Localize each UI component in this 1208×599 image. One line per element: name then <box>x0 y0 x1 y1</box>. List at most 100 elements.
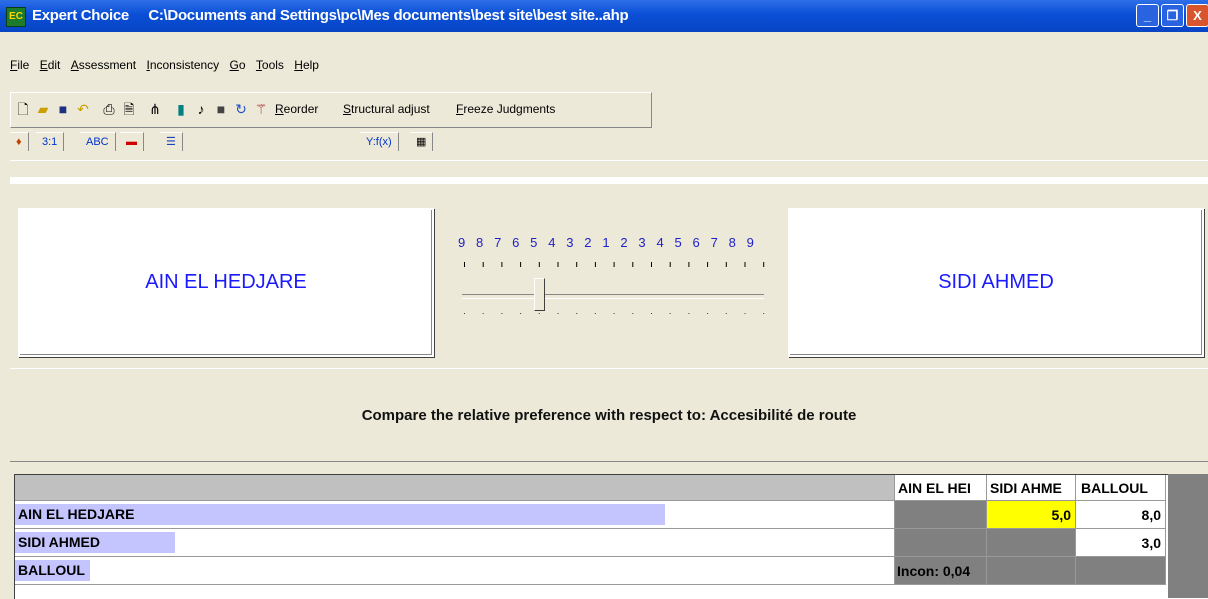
slider-tick <box>464 262 465 267</box>
menu-edit[interactable]: Edit <box>40 58 61 72</box>
music-note-icon[interactable]: ♪ <box>193 101 209 117</box>
right-element-label: SIDI AHMED <box>938 271 1054 293</box>
open-folder-icon[interactable]: ▰ <box>35 101 51 117</box>
slider-dot <box>763 313 765 314</box>
slider-tick <box>538 262 540 267</box>
right-element-box: SIDI AHMED <box>788 208 1204 357</box>
tab-verbal[interactable]: ABC <box>80 132 116 151</box>
slider-dots <box>464 313 765 314</box>
reorder-button[interactable]: Reorder <box>275 102 318 116</box>
calculator-icon[interactable]: ▮ <box>173 101 189 117</box>
slider-dot <box>576 313 578 314</box>
row-label: AIN EL HEDJARE <box>18 506 135 522</box>
table-row[interactable]: SIDI AHMED <box>15 529 895 557</box>
refresh-icon[interactable]: ↻ <box>233 101 249 117</box>
print-preview-icon[interactable]: 🗎 <box>121 101 137 117</box>
file-path: C:\Documents and Settings\pc\Mes documen… <box>148 7 629 24</box>
slider-tick <box>632 262 634 267</box>
slider-dot <box>520 313 522 314</box>
slider-tick <box>651 262 652 267</box>
matrix-header-blank <box>15 475 895 501</box>
slider-tick <box>576 262 578 267</box>
column-header: SIDI AHME <box>987 475 1076 501</box>
slider-dot <box>557 313 559 314</box>
close-button[interactable]: X <box>1186 4 1208 27</box>
judgment-cell[interactable]: 3,0 <box>1076 529 1166 557</box>
slider-tick <box>763 262 765 267</box>
slider-dot <box>725 313 727 314</box>
bars-icon[interactable]: ☰ <box>160 132 183 151</box>
slider-track[interactable] <box>462 294 764 299</box>
window-title: Expert Choice C:\Documents and Settings\… <box>32 7 629 24</box>
new-file-icon[interactable]: 🗋 <box>15 101 31 117</box>
slider-dot <box>538 313 540 314</box>
tab-formula[interactable]: Y:f(x) <box>360 132 399 151</box>
menu-tools[interactable]: Tools <box>256 58 284 72</box>
slider-tick <box>669 262 671 267</box>
inconsistency-value: Incon: 0,04 <box>895 557 987 585</box>
paint-icon[interactable]: ♦ <box>10 132 29 151</box>
slider-tick <box>688 262 690 267</box>
slider-dot <box>669 313 671 314</box>
judgment-cell-selected[interactable]: 5,0 <box>987 501 1076 529</box>
slider-dot <box>613 313 615 314</box>
slider-dot <box>482 313 484 314</box>
slider-tick <box>557 262 559 267</box>
slider-tick <box>707 262 709 267</box>
column-header: BALLOUL <box>1076 475 1166 501</box>
menu-file[interactable]: File <box>10 58 29 72</box>
comparison-prompt: Compare the relative preference with res… <box>10 368 1208 462</box>
maximize-button[interactable]: ❐ <box>1161 4 1184 27</box>
slider-tick <box>520 262 522 267</box>
slider-tick <box>501 262 503 267</box>
slider-thumb[interactable] <box>534 278 545 311</box>
slider-dot <box>651 313 652 314</box>
column-header: AIN EL HEI <box>895 475 987 501</box>
magic-wand-icon[interactable]: ⚚ <box>253 101 269 117</box>
structural-adjust-button[interactable]: Structural adjust <box>343 102 430 116</box>
slider-dot <box>501 313 503 314</box>
matrix-scroll-area <box>1168 474 1208 598</box>
app-icon: EC <box>6 7 26 27</box>
row-label: BALLOUL <box>18 562 85 578</box>
slider-dot <box>464 313 465 314</box>
scale-numbers: 9 8 7 6 5 4 3 2 1 2 3 4 5 6 7 8 9 <box>458 235 758 250</box>
menu-assessment[interactable]: Assessment <box>71 58 136 72</box>
menu-inconsistency[interactable]: Inconsistency <box>146 58 219 72</box>
slider-tick <box>482 262 484 267</box>
minimize-button[interactable]: _ <box>1136 4 1159 27</box>
hierarchy-icon[interactable]: ⋔ <box>147 101 163 117</box>
stop-icon[interactable]: ■ <box>213 101 229 117</box>
slider-dot <box>707 313 709 314</box>
left-element-label: AIN EL HEDJARE <box>145 271 307 293</box>
slider-dot <box>688 313 690 314</box>
menu-go[interactable]: Go <box>230 58 246 72</box>
diagonal-cell <box>987 529 1076 557</box>
row-label: SIDI AHMED <box>18 534 100 550</box>
left-element-box: AIN EL HEDJARE <box>18 208 434 357</box>
app-name: Expert Choice <box>32 7 129 24</box>
undo-icon[interactable]: ↶ <box>75 101 91 117</box>
slider-dot <box>594 313 596 314</box>
graphic-bars-icon[interactable]: ▬ <box>120 132 144 151</box>
slider-tick <box>594 262 596 267</box>
print-icon[interactable]: ⎙ <box>101 101 117 117</box>
freeze-judgments-button[interactable]: Freeze Judgments <box>456 102 555 116</box>
table-row[interactable]: BALLOUL <box>15 557 895 585</box>
matrix-cell-gray <box>987 557 1076 585</box>
menu-help[interactable]: Help <box>294 58 319 72</box>
divider-strip <box>10 177 1208 184</box>
slider-tick <box>744 262 746 267</box>
diagonal-cell <box>1076 557 1166 585</box>
grid-icon[interactable]: ▦ <box>410 132 434 151</box>
matrix-cell-gray <box>895 529 987 557</box>
table-row[interactable]: AIN EL HEDJARE <box>15 501 895 529</box>
slider-dot <box>744 313 746 314</box>
toolbar: 🗋 ▰ ■ ↶ ⎙ 🗎 ⋔ ▮ ♪ ■ ↻ ⚚ Reorder Structur… <box>10 92 652 128</box>
title-bar: EC Expert Choice C:\Documents and Settin… <box>0 0 1208 32</box>
save-icon[interactable]: ■ <box>55 101 71 117</box>
slider-dot <box>632 313 634 314</box>
tab-numerical[interactable]: 3:1 <box>36 132 65 151</box>
slider-tick <box>725 262 727 267</box>
judgment-cell[interactable]: 8,0 <box>1076 501 1166 529</box>
